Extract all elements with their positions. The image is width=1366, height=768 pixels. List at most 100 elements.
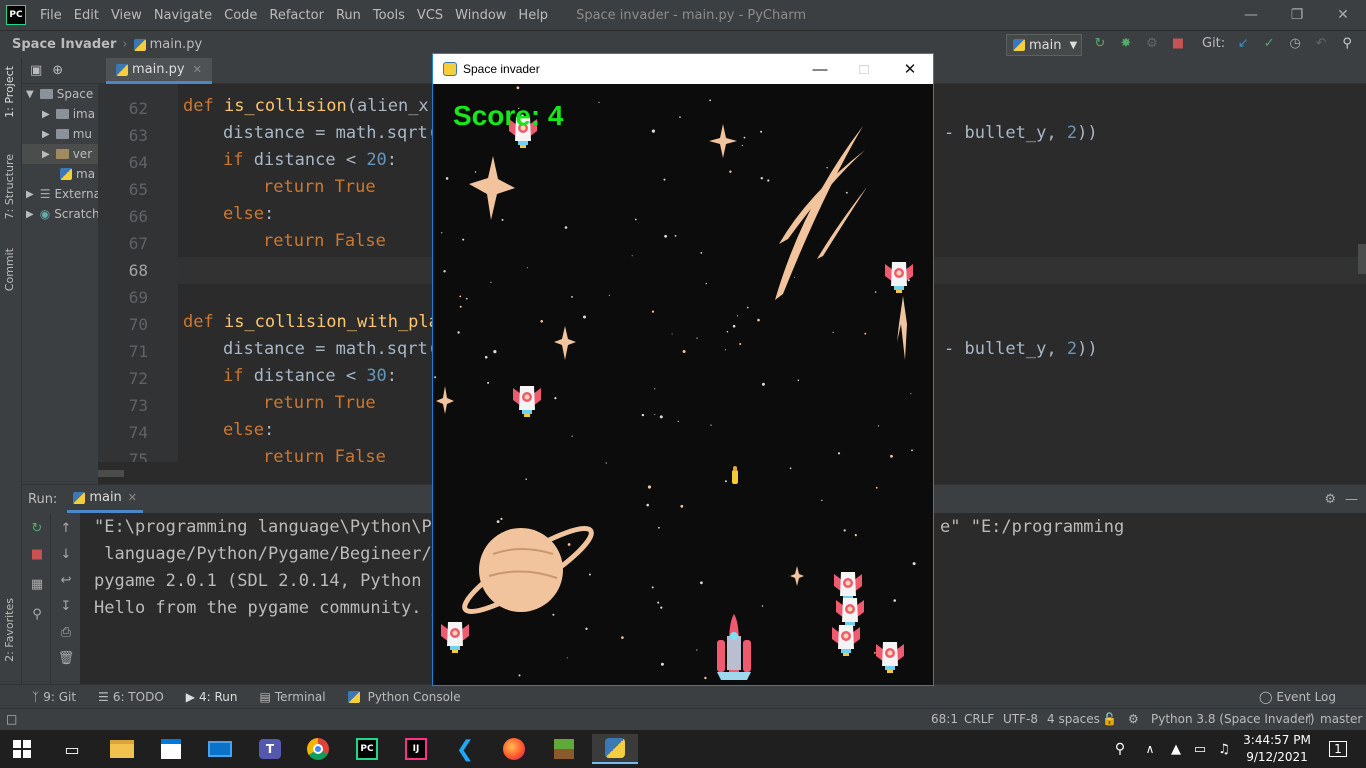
menu-window[interactable]: Window [449, 8, 512, 23]
tab-close-icon[interactable]: ✕ [128, 491, 137, 504]
firefox-icon[interactable] [494, 734, 534, 764]
python-interpreter[interactable]: Python 3.8 (Space Invader) [1151, 712, 1315, 726]
git-tool-button[interactable]: ᛉ 9: Git [32, 690, 76, 704]
restore-icon[interactable]: ❐ [1274, 0, 1320, 30]
tree-item-scratches[interactable]: ▶ ◉ Scratch [22, 204, 98, 224]
menu-file[interactable]: File [34, 8, 68, 23]
pygame-window[interactable]: Space invader — □ ✕ Score: 4 [432, 53, 934, 686]
volume-icon[interactable]: ♫ [1212, 734, 1236, 764]
menu-tools[interactable]: Tools [367, 8, 411, 23]
tree-item-root[interactable]: ▼ Space [22, 84, 98, 104]
tab-close-icon[interactable]: ✕ [193, 63, 202, 76]
tree-item-music[interactable]: ▶ mu [22, 124, 98, 144]
scroll-to-end-icon[interactable]: ↧ [57, 597, 75, 615]
people-icon[interactable]: ⚲ [1100, 734, 1140, 764]
star [890, 454, 893, 458]
coverage-icon[interactable]: ⚙ [1144, 35, 1160, 51]
store-icon[interactable] [151, 734, 191, 764]
up-arrow-icon[interactable]: ↑ [57, 519, 75, 537]
mail-icon[interactable] [200, 734, 240, 764]
run-tool-button[interactable]: ▶ 4: Run [186, 690, 238, 704]
windows-start-icon[interactable] [2, 734, 42, 764]
line-separator[interactable]: CRLF [964, 712, 994, 726]
tree-item-venv[interactable]: ▶ ver [22, 144, 98, 164]
notification-center-icon[interactable]: 1 [1318, 734, 1358, 764]
python-console-tool-button[interactable]: Python Console [347, 690, 461, 704]
close-icon[interactable]: ✕ [887, 54, 933, 84]
caret-position[interactable]: 68:1 [931, 712, 958, 726]
breadcrumb-file[interactable]: main.py [150, 37, 203, 52]
soft-wrap-icon[interactable]: ↩ [57, 571, 75, 589]
panel-layout-icon[interactable]: ▣ [30, 63, 42, 78]
run-config-select[interactable]: main ▼ [1006, 34, 1082, 56]
menu-run[interactable]: Run [330, 8, 367, 23]
teams-icon[interactable]: T [250, 734, 290, 764]
pycharm-icon[interactable]: PC [347, 734, 387, 764]
breadcrumb-project[interactable]: Space Invader [12, 37, 116, 52]
git-commit-icon[interactable]: ✓ [1261, 35, 1277, 51]
event-log-button[interactable]: ◯ Event Log [1259, 690, 1336, 704]
git-branch[interactable]: master [1320, 712, 1362, 726]
menu-help[interactable]: Help [512, 8, 554, 23]
debug-icon[interactable]: ✸ [1118, 35, 1134, 51]
tree-item-main-file[interactable]: ma [22, 164, 98, 184]
indent-setting[interactable]: 4 spaces [1047, 712, 1100, 726]
clock[interactable]: 3:44:57 PM 9/12/2021 [1238, 732, 1316, 766]
down-arrow-icon[interactable]: ↓ [57, 545, 75, 563]
menu-code[interactable]: Code [218, 8, 263, 23]
project-tool-tab[interactable]: 1: Project [3, 66, 16, 118]
file-encoding[interactable]: UTF-8 [1003, 712, 1038, 726]
minimize-icon[interactable]: — [797, 54, 843, 84]
star [445, 177, 449, 180]
battery-icon[interactable]: ▭ [1188, 734, 1212, 764]
menu-view[interactable]: View [105, 8, 148, 23]
tree-item-external[interactable]: ▶ ☰ Externa [22, 184, 98, 204]
wifi-icon[interactable]: ▲ [1164, 734, 1188, 764]
favorites-tool-tab[interactable]: 2: Favorites [3, 598, 16, 662]
minecraft-icon[interactable] [544, 734, 584, 764]
star [821, 499, 823, 502]
python-taskbar-icon[interactable] [592, 734, 638, 764]
stop-icon[interactable]: ■ [28, 545, 46, 563]
rerun-icon[interactable]: ↻ [1092, 35, 1108, 51]
chevron-up-icon[interactable]: ∧ [1138, 734, 1162, 764]
git-update-icon[interactable]: ↙ [1235, 35, 1251, 51]
star [646, 503, 649, 507]
minimize-icon[interactable]: — [1228, 0, 1274, 30]
menu-navigate[interactable]: Navigate [148, 8, 218, 23]
tab-main-py[interactable]: main.py ✕ [106, 58, 212, 84]
pygame-titlebar[interactable]: Space invader — □ ✕ [433, 54, 933, 84]
close-icon[interactable]: ✕ [1320, 0, 1366, 30]
terminal-tool-button[interactable]: ▤ Terminal [260, 690, 326, 704]
todo-tool-button[interactable]: ☰ 6: TODO [98, 690, 164, 704]
hide-panel-icon[interactable]: — [1345, 492, 1358, 507]
menu-refactor[interactable]: Refactor [263, 8, 330, 23]
search-icon[interactable]: ⚲ [1339, 35, 1355, 51]
scrollbar-thumb[interactable] [98, 470, 124, 477]
status-window-icon[interactable]: □ [6, 712, 17, 726]
structure-tool-tab[interactable]: 7: Structure [3, 154, 16, 219]
chrome-icon[interactable] [298, 734, 338, 764]
menu-vcs[interactable]: VCS [411, 8, 449, 23]
commit-tool-tab[interactable]: Commit [3, 248, 16, 291]
stop-icon[interactable]: ■ [1170, 35, 1186, 51]
task-view-icon[interactable]: ▭ [52, 734, 92, 764]
maximize-icon[interactable]: □ [841, 54, 887, 84]
lock-icon[interactable]: 🔓 [1102, 712, 1117, 726]
run-tab-main[interactable]: main ✕ [67, 485, 144, 513]
layout-icon[interactable]: ▦ [28, 575, 46, 593]
menu-edit[interactable]: Edit [68, 8, 105, 23]
pin-icon[interactable]: ⚲ [28, 605, 46, 623]
print-icon[interactable]: ⎙ [57, 623, 75, 641]
rerun-icon[interactable]: ↻ [28, 519, 46, 537]
locate-icon[interactable]: ⊕ [52, 63, 63, 78]
git-rollback-icon[interactable]: ↶ [1313, 35, 1329, 51]
git-history-icon[interactable]: ◷ [1287, 35, 1303, 51]
trash-icon[interactable]: 🗑 [57, 649, 75, 667]
vertical-scrollbar-thumb[interactable] [1358, 244, 1366, 274]
settings-gear-icon[interactable]: ⚙ [1324, 492, 1336, 507]
tree-item-images[interactable]: ▶ ima [22, 104, 98, 124]
vscode-icon[interactable]: ❮ [445, 734, 485, 764]
file-explorer-icon[interactable] [102, 734, 142, 764]
intellij-icon[interactable]: IJ [396, 734, 436, 764]
